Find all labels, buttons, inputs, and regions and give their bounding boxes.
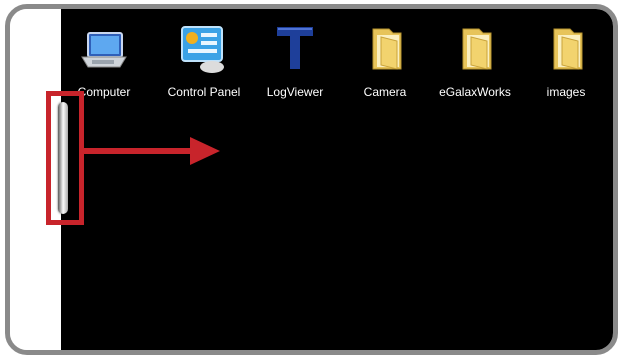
screenshot-frame: Computer Control Panel LogViewer Camera … xyxy=(5,4,618,355)
highlight-box xyxy=(46,91,84,225)
folder-icon xyxy=(449,23,501,75)
desktop-icon-camera[interactable]: Camera xyxy=(340,23,430,103)
desktop-icon-label: Control Panel xyxy=(167,85,241,99)
desktop-icon-label: images xyxy=(546,85,586,99)
computer-icon xyxy=(78,23,130,75)
control-panel-icon xyxy=(178,23,230,75)
desktop-icon-egalaxworks[interactable]: eGalaxWorks xyxy=(430,23,520,103)
desktop-icon-logviewer[interactable]: LogViewer xyxy=(250,23,340,103)
desktop-icon-label: Camera xyxy=(363,85,407,99)
desktop: Computer Control Panel LogViewer Camera … xyxy=(61,9,613,350)
arrow-right-icon xyxy=(82,137,220,165)
desktop-icon-label: LogViewer xyxy=(266,85,324,99)
desktop-icon-control-panel[interactable]: Control Panel xyxy=(159,23,249,103)
folder-icon xyxy=(359,23,411,75)
folder-icon xyxy=(540,23,592,75)
desktop-icon-images[interactable]: images xyxy=(521,23,611,103)
desktop-icon-label: eGalaxWorks xyxy=(439,85,511,99)
logviewer-icon xyxy=(269,23,321,75)
